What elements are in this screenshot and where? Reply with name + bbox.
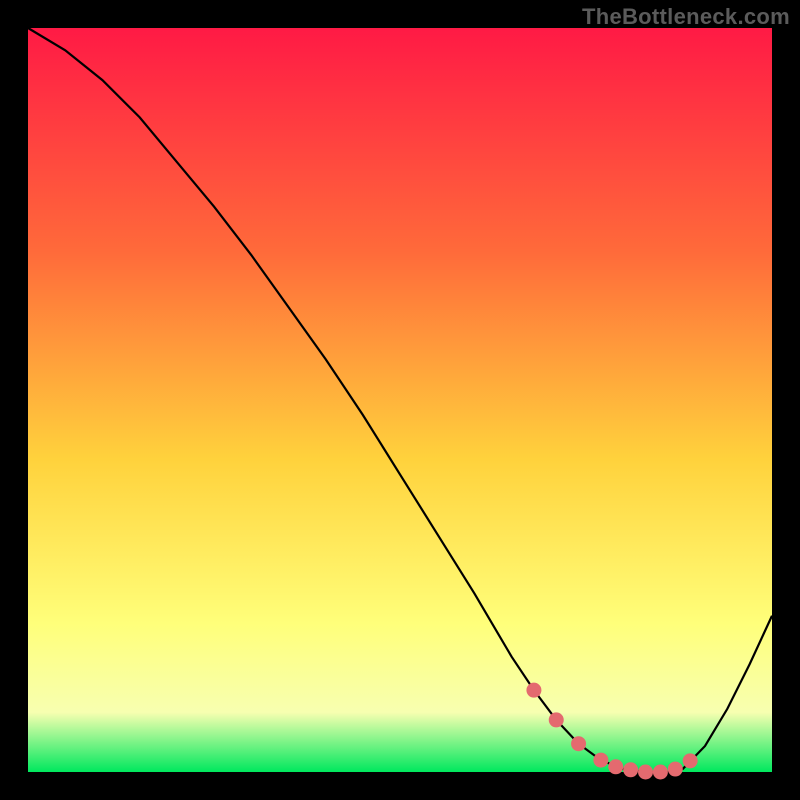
optimal-dot	[549, 712, 564, 727]
optimal-dot	[571, 736, 586, 751]
optimal-dot	[683, 753, 698, 768]
optimal-dot	[638, 765, 653, 780]
plot-background	[28, 28, 772, 772]
chart-frame: TheBottleneck.com	[0, 0, 800, 800]
optimal-dot	[608, 759, 623, 774]
bottleneck-chart	[0, 0, 800, 800]
optimal-dot	[653, 765, 668, 780]
watermark-text: TheBottleneck.com	[582, 4, 790, 30]
optimal-dot	[593, 753, 608, 768]
optimal-dot	[668, 762, 683, 777]
optimal-dot	[623, 762, 638, 777]
optimal-dot	[526, 683, 541, 698]
